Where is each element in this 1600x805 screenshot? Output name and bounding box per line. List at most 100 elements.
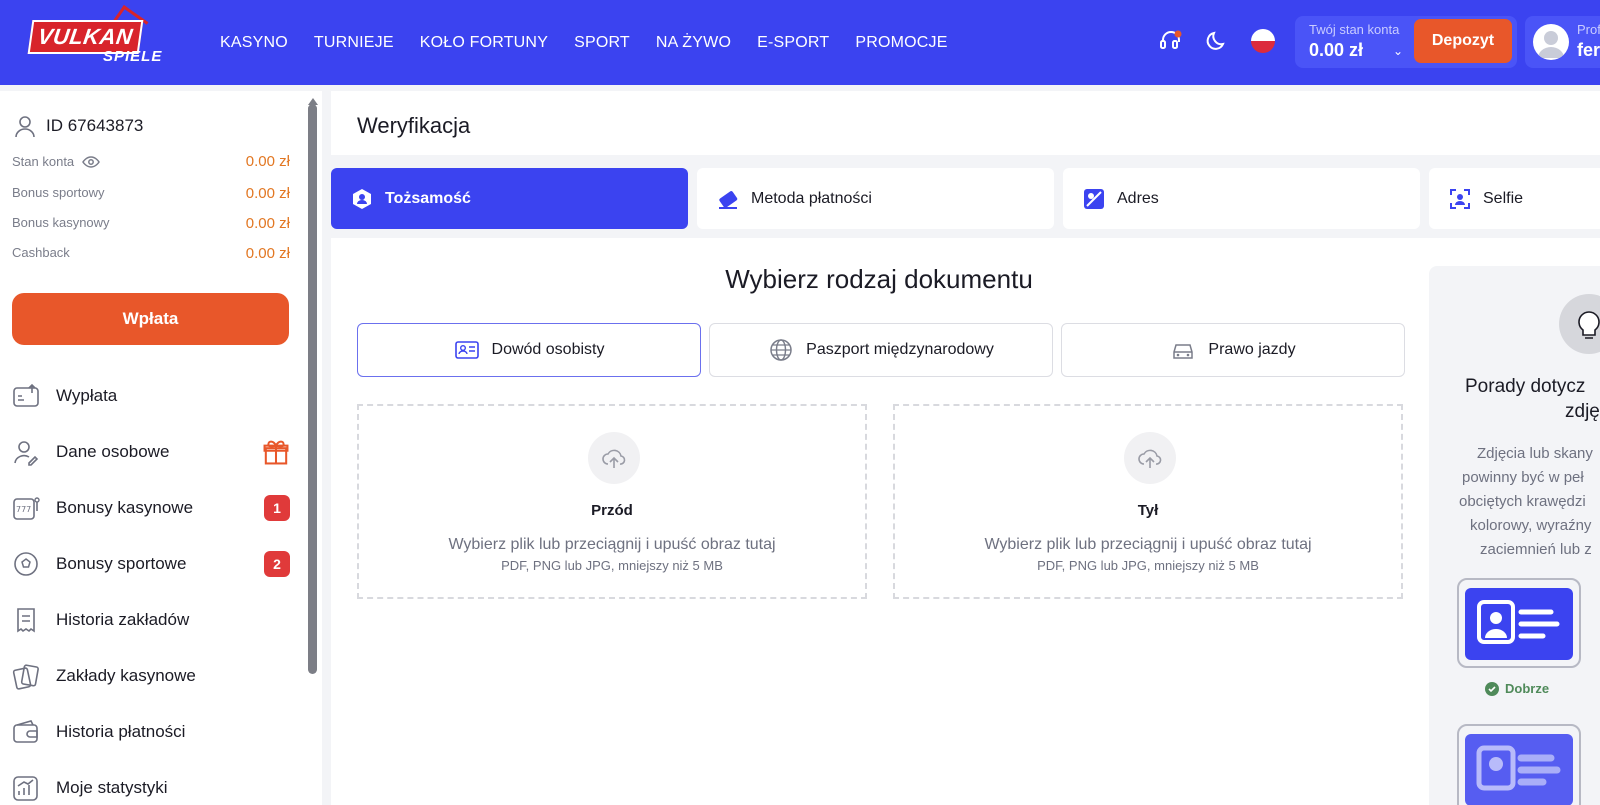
doc-type-label: Dowód osobisty (491, 341, 605, 358)
blurry-example-card (1465, 734, 1573, 805)
tips-title: Porady dotycz zdję (1465, 374, 1600, 424)
balance-label: Twój stan konta (1309, 22, 1400, 37)
photo-tips-panel: Porady dotycz zdję Zdjęcia lub skany pow… (1429, 266, 1600, 805)
top-header: VULKAN SPIELE KASYNO TURNIEJE KOŁO FORTU… (0, 0, 1600, 85)
id-card-example-icon (1477, 600, 1560, 644)
football-icon (14, 552, 38, 576)
notification-badge: 2 (264, 551, 290, 577)
lightbulb-icon (1559, 294, 1600, 354)
support-headset-icon[interactable] (1158, 28, 1184, 54)
stat-value: 0.00 zł (245, 153, 290, 170)
wallet-icon (13, 720, 38, 743)
account-sidebar: ID 67643873 Stan konta 0.00 zł Bonus spo… (0, 91, 322, 805)
sidebar-item-moje-statystyki[interactable]: Moje statystyki (12, 771, 290, 805)
sidebar-item-bonusy-sportowe[interactable]: Bonusy sportowe 2 (12, 547, 290, 581)
nav-kolo-fortuny[interactable]: KOŁO FORTUNY (420, 34, 548, 52)
id-card-icon (454, 341, 479, 359)
tab-adres[interactable]: Adres (1063, 168, 1420, 229)
user-id: ID 67643873 (46, 116, 144, 135)
upload-title: Przód (591, 502, 633, 519)
notification-badge: 1 (264, 495, 290, 521)
good-example-card (1465, 588, 1573, 660)
upload-description: Wybierz plik lub przeciągnij i upuść obr… (984, 536, 1312, 553)
nav-e-sport[interactable]: E-SPORT (757, 34, 829, 52)
tab-tozsamosc[interactable]: Tożsamość (331, 168, 688, 229)
svg-text:777: 777 (16, 505, 31, 514)
tips-text-line: kolorowy, wyraźny (1470, 517, 1592, 534)
profile-name: fer (1577, 40, 1600, 60)
tab-metoda-platnosci[interactable]: Metoda płatności (697, 168, 1054, 229)
nav-promocje[interactable]: PROMOCJE (855, 34, 947, 52)
sidebar-item-bonusy-kasynowe[interactable]: 777 Bonusy kasynowe 1 (12, 491, 290, 525)
doc-type-passport[interactable]: Paszport międzynarodowy (709, 323, 1053, 377)
avatar (1533, 24, 1569, 60)
tab-label: Adres (1117, 189, 1159, 207)
poland-flag-icon[interactable] (1250, 28, 1276, 54)
good-label: Dobrze (1485, 681, 1549, 696)
tips-text: Zdjęcia lub skany powinny być w peł obci… (1459, 442, 1600, 562)
moon-icon[interactable] (1204, 28, 1230, 54)
page-header: Weryfikacja (331, 91, 1600, 155)
profile-menu[interactable]: Prof fer (1525, 16, 1600, 68)
stat-label: Stan konta (12, 154, 75, 169)
globe-icon (770, 339, 792, 361)
sidebar-item-dane-osobowe[interactable]: Dane osobowe (12, 435, 290, 469)
tips-title-line: Porady dotycz (1465, 376, 1586, 397)
upload-back-dropzone[interactable]: Tył Wybierz plik lub przeciągnij i upuść… (893, 404, 1403, 599)
cards-icon (12, 664, 39, 690)
user-avatar-icon (1538, 31, 1564, 58)
user-icon (15, 116, 35, 138)
user-edit-icon (14, 441, 39, 466)
nav-na-zywo[interactable]: NA ŻYWO (656, 34, 731, 52)
menu-label: Moje statystyki (56, 778, 168, 797)
doc-type-driving-license[interactable]: Prawo jazdy (1061, 323, 1405, 377)
chevron-down-icon: ⌄ (1393, 44, 1404, 58)
user-id-row: ID 67643873 (12, 113, 143, 139)
cloud-upload-icon (602, 449, 626, 468)
upload-icon-circle (1124, 432, 1176, 484)
tab-label: Metoda płatności (751, 189, 872, 207)
sidebar-item-zaklady-kasynowe[interactable]: Zakłady kasynowe (12, 659, 290, 693)
page-title: Weryfikacja (357, 113, 471, 138)
upload-front-dropzone[interactable]: Przód Wybierz plik lub przeciągnij i upu… (357, 404, 867, 599)
menu-label: Zakłady kasynowe (56, 666, 196, 685)
stat-value: 0.00 zł (245, 185, 290, 202)
upload-hint: PDF, PNG lub JPG, mniejszy niż 5 MB (1037, 558, 1259, 573)
menu-label: Bonusy sportowe (56, 554, 187, 573)
logo-sub-text: SPIELE (103, 48, 163, 65)
tab-selfie[interactable]: Selfie (1429, 168, 1600, 229)
wplata-button[interactable]: Wpłata (12, 293, 289, 345)
nav-sport[interactable]: SPORT (574, 34, 630, 52)
stat-row-sport-bonus: Bonus sportowy 0.00 zł (12, 185, 290, 202)
main-nav: KASYNO TURNIEJE KOŁO FORTUNY SPORT NA ŻY… (220, 0, 948, 85)
sidebar-item-wyplata[interactable]: Wypłata (12, 379, 290, 413)
eye-icon[interactable] (82, 155, 101, 168)
upload-icon-circle (588, 432, 640, 484)
vulkan-logo[interactable]: VULKAN SPIELE (27, 5, 178, 70)
upload-title: Tył (1137, 502, 1159, 519)
cloud-upload-icon (1138, 449, 1162, 468)
menu-label: Wypłata (56, 386, 118, 405)
identity-icon (353, 188, 371, 209)
sidebar-item-historia-platnosci[interactable]: Historia płatności (12, 715, 290, 749)
gift-icon[interactable] (262, 438, 290, 466)
menu-label: Historia zakładów (56, 610, 190, 629)
stat-label: Bonus kasynowy (12, 215, 110, 230)
doc-type-id-card[interactable]: Dowód osobisty (357, 323, 701, 377)
slot-machine-icon: 777 (13, 497, 40, 520)
sidebar-item-historia-zakladow[interactable]: Historia zakładów (12, 603, 290, 637)
car-icon (1173, 344, 1194, 359)
nav-kasyno[interactable]: KASYNO (220, 34, 288, 52)
stat-row-balance: Stan konta 0.00 zł (12, 153, 290, 170)
menu-label: Bonusy kasynowe (56, 498, 194, 517)
stat-value: 0.00 zł (245, 215, 290, 232)
nav-turnieje[interactable]: TURNIEJE (314, 34, 394, 52)
sidebar-scrollbar[interactable] (308, 104, 317, 674)
selfie-icon (1450, 188, 1470, 209)
tab-label: Selfie (1483, 189, 1524, 207)
balance-value: 0.00 zł (1309, 40, 1364, 60)
profile-label: Prof (1577, 22, 1600, 37)
stats-icon (13, 776, 38, 801)
tips-text-line: obciętych krawędzi (1459, 493, 1586, 510)
deposit-button[interactable]: Depozyt (1414, 19, 1512, 63)
